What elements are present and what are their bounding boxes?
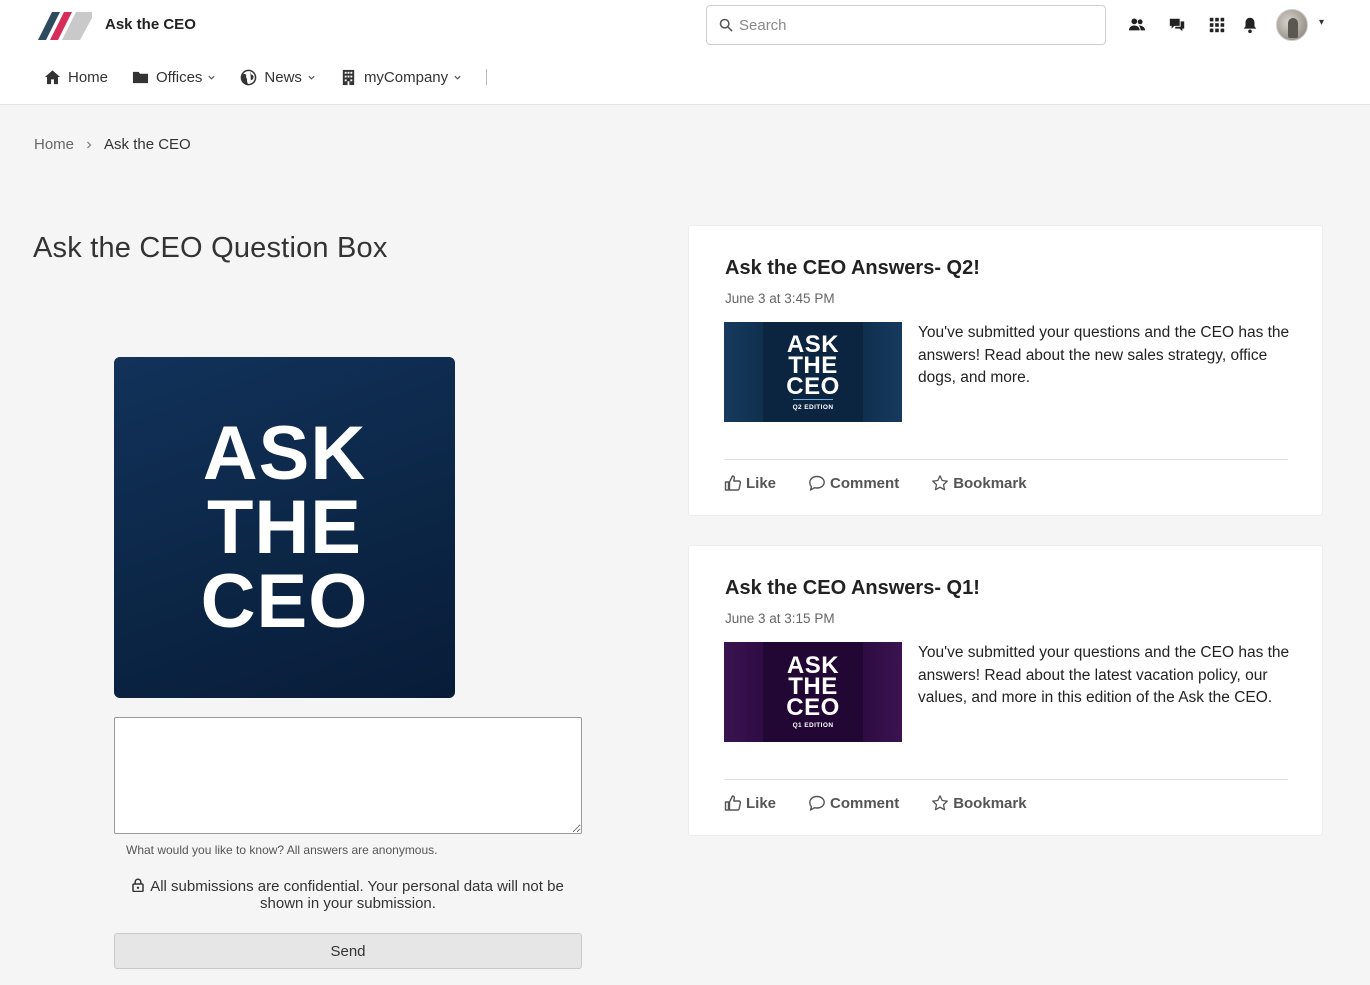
building-icon: [342, 69, 355, 85]
bookmark-button[interactable]: Bookmark: [931, 474, 1027, 492]
comment-icon: [809, 475, 825, 491]
hero-line: CEO: [200, 558, 369, 644]
search-box[interactable]: [706, 5, 1106, 45]
globe-icon: [241, 69, 257, 85]
chevron-down-icon: [208, 75, 216, 80]
post-thumbnail[interactable]: ASK THE CEO Q2 EDITION: [724, 322, 902, 422]
nav-item-home[interactable]: Home: [44, 69, 108, 86]
apps-grid-icon[interactable]: [1206, 14, 1228, 36]
breadcrumb-current: Ask the CEO: [104, 136, 191, 153]
comment-button[interactable]: Comment: [808, 474, 899, 492]
star-icon: [932, 795, 949, 811]
confidential-text: All submissions are confidential. Your p…: [150, 878, 564, 912]
post-card: Ask the CEO Answers- Q1! June 3 at 3:15 …: [688, 545, 1323, 836]
chevron-down-icon: [454, 75, 461, 80]
comment-label: Comment: [830, 794, 900, 812]
nav-item-label: Offices: [156, 68, 203, 86]
home-icon: [44, 69, 61, 84]
like-button[interactable]: Like: [724, 474, 776, 492]
nav-item-offices[interactable]: Offices: [132, 69, 216, 86]
lock-icon: [132, 878, 144, 892]
nav-divider: [486, 69, 488, 85]
people-icon[interactable]: [1126, 14, 1148, 36]
question-textarea[interactable]: [114, 717, 582, 834]
question-hint: What would you like to know? All answers…: [126, 843, 438, 857]
bookmark-button[interactable]: Bookmark: [931, 794, 1027, 812]
hero-line: THE: [207, 484, 362, 570]
comment-button[interactable]: Comment: [808, 794, 899, 812]
search-icon: [719, 18, 733, 32]
post-date: June 3 at 3:15 PM: [725, 611, 835, 626]
company-logo[interactable]: [36, 10, 92, 44]
divider: [724, 459, 1288, 460]
thumb-line: CEO: [786, 694, 840, 721]
like-label: Like: [746, 474, 777, 492]
user-avatar[interactable]: [1276, 9, 1308, 41]
like-button[interactable]: Like: [724, 794, 776, 812]
post-actions: Like Comment Bookmark: [724, 794, 1059, 812]
app-title[interactable]: Ask the CEO: [105, 16, 196, 33]
comment-icon: [809, 795, 825, 811]
top-header: Ask the CEO ▾ Home Offices News: [0, 0, 1370, 105]
nav-item-news[interactable]: News: [240, 69, 316, 86]
thumb-edition: Q1 EDITION: [792, 722, 834, 729]
breadcrumb-home-link[interactable]: Home: [34, 136, 74, 153]
folder-icon: [132, 71, 149, 83]
chevron-right-icon: [87, 141, 92, 148]
nav-item-mycompany[interactable]: myCompany: [340, 69, 462, 86]
thumb-line: CEO: [786, 372, 840, 400]
hero-line: ASK: [202, 410, 367, 496]
post-title[interactable]: Ask the CEO Answers- Q2!: [725, 257, 980, 280]
comment-label: Comment: [830, 474, 900, 492]
post-body: You've submitted your questions and the …: [918, 644, 1290, 706]
bookmark-label: Bookmark: [953, 794, 1027, 812]
bookmark-label: Bookmark: [953, 474, 1027, 492]
nav-item-label: News: [264, 68, 302, 86]
thumbs-up-icon: [724, 795, 742, 811]
search-input[interactable]: [739, 16, 1089, 34]
thumb-divider: [793, 398, 833, 400]
ask-the-ceo-hero-image: ASK THE CEO: [114, 357, 455, 698]
like-label: Like: [746, 794, 777, 812]
page-title: Ask the CEO Question Box: [33, 232, 388, 264]
post-thumbnail[interactable]: ASK THE CEO Q1 EDITION: [724, 642, 902, 742]
bell-icon[interactable]: [1239, 14, 1261, 36]
chevron-down-icon: [308, 75, 315, 80]
post-card: Ask the CEO Answers- Q2! June 3 at 3:45 …: [688, 225, 1323, 516]
post-actions: Like Comment Bookmark: [724, 474, 1059, 492]
send-button[interactable]: Send: [114, 933, 582, 969]
nav-item-label: myCompany: [363, 68, 449, 86]
avatar-menu-caret-icon[interactable]: ▾: [1319, 17, 1324, 28]
post-title[interactable]: Ask the CEO Answers- Q1!: [725, 577, 980, 600]
thumbs-up-icon: [724, 475, 742, 491]
chat-icon[interactable]: [1166, 14, 1188, 36]
star-icon: [932, 475, 949, 491]
breadcrumb: Home Ask the CEO: [34, 136, 191, 153]
post-body: You've submitted your questions and the …: [918, 324, 1290, 386]
thumb-edition: Q2 EDITION: [792, 403, 834, 411]
nav-item-label: Home: [68, 68, 109, 86]
main-nav: Home Offices News myCompany: [44, 64, 488, 90]
post-date: June 3 at 3:45 PM: [725, 291, 835, 306]
divider: [724, 779, 1288, 780]
confidential-notice: All submissions are confidential. Your p…: [114, 878, 582, 912]
